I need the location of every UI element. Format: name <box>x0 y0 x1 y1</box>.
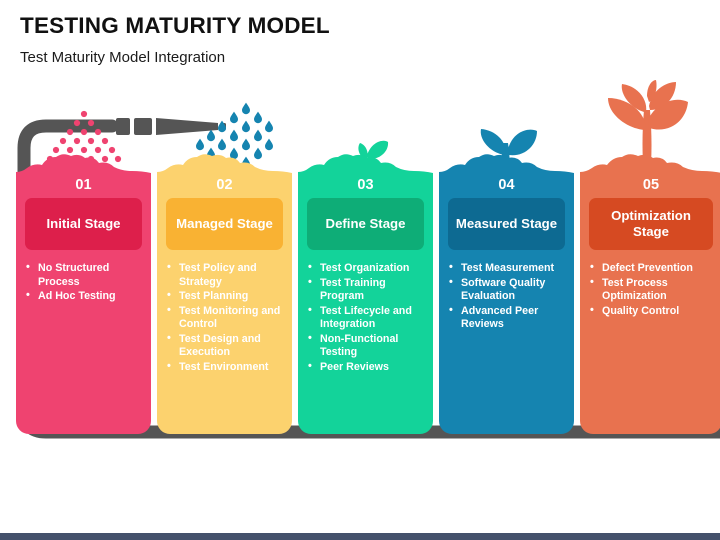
page-title: TESTING MATURITY MODEL <box>20 13 330 38</box>
list-item: Peer Reviews <box>306 360 427 375</box>
stage-number: 01 <box>75 177 92 193</box>
soil-mound-icon <box>439 154 574 178</box>
stage-bullet-list: Test Organization Test Training Program … <box>306 261 427 376</box>
stage-badge-label: Define Stage <box>325 215 406 231</box>
list-item: Ad Hoc Testing <box>24 289 145 304</box>
soil-mound-icon <box>16 154 151 178</box>
list-item: Test Lifecycle and Integration <box>306 304 427 332</box>
soil-mound-icon <box>157 154 292 178</box>
nozzle-collar-icon <box>134 118 152 135</box>
list-item: Test Environment <box>165 360 286 375</box>
stage-number: 05 <box>642 177 660 193</box>
slide-canvas: TESTING MATURITY MODEL Test Maturity Mod… <box>0 0 720 540</box>
stage-bullet-list: Test Policy and Strategy Test Planning T… <box>165 261 286 376</box>
bottom-accent-bar <box>0 533 720 540</box>
list-item: Advanced Peer Reviews <box>447 304 568 332</box>
stage-badge[interactable]: Initial Stage <box>25 198 142 250</box>
stage-list: 01 Initial Stage No Structured Process A… <box>16 80 720 434</box>
list-item: Test Planning <box>165 289 286 304</box>
stage-badge[interactable]: Managed Stage <box>166 198 283 250</box>
header: TESTING MATURITY MODEL Test Maturity Mod… <box>20 13 660 66</box>
page-subtitle: Test Maturity Model Integration <box>20 48 226 66</box>
stage-badge[interactable]: Define Stage <box>307 198 424 250</box>
list-item: Test Monitoring and Control <box>165 304 286 332</box>
stage-card-02[interactable]: 02 Managed Stage Test Policy and Strateg… <box>157 102 292 434</box>
list-item: Test Measurement <box>447 261 568 276</box>
list-item: Test Policy and Strategy <box>165 261 286 289</box>
stage-card-01[interactable]: 01 Initial Stage No Structured Process A… <box>16 110 151 434</box>
list-item: Test Training Program <box>306 276 427 304</box>
list-item: Software Quality Evaluation <box>447 276 568 304</box>
stage-card-03[interactable]: 03 Define Stage Test Organization Test T… <box>298 140 433 434</box>
soil-mound-icon <box>298 154 433 178</box>
stage-number: 04 <box>498 177 515 193</box>
stage-bullet-list: No Structured Process Ad Hoc Testing <box>24 261 145 305</box>
stage-badge-label: Measured Stage <box>455 215 558 231</box>
list-item: No Structured Process <box>24 261 145 289</box>
stage-number: 03 <box>357 177 374 193</box>
list-item: Quality Control <box>588 304 716 319</box>
stage-badge-label: Initial Stage <box>46 215 121 231</box>
list-item: Test Process Optimization <box>588 276 716 304</box>
stage-bullet-list: Test Measurement Software Quality Evalua… <box>447 261 568 333</box>
stage-bullet-list: Defect Prevention Test Process Optimizat… <box>588 261 716 319</box>
stage-badge[interactable]: Optimization Stage <box>589 198 713 250</box>
stage-badge-label: Managed Stage <box>176 215 273 231</box>
list-item: Test Organization <box>306 261 427 276</box>
list-item: Test Design and Execution <box>165 332 286 360</box>
stage-card-05[interactable]: 05 Optimization Stage Defect Prevention … <box>580 80 720 434</box>
stage-badge[interactable]: Measured Stage <box>448 198 565 250</box>
list-item: Defect Prevention <box>588 261 716 276</box>
stage-badge-label: Optimization Stage <box>611 207 691 239</box>
stage-number: 02 <box>216 177 233 193</box>
stage-card-04[interactable]: 04 Measured Stage Test Measurement Softw… <box>439 129 574 434</box>
list-item: Non-Functional Testing <box>306 332 427 360</box>
soil-mound-icon <box>580 154 720 178</box>
